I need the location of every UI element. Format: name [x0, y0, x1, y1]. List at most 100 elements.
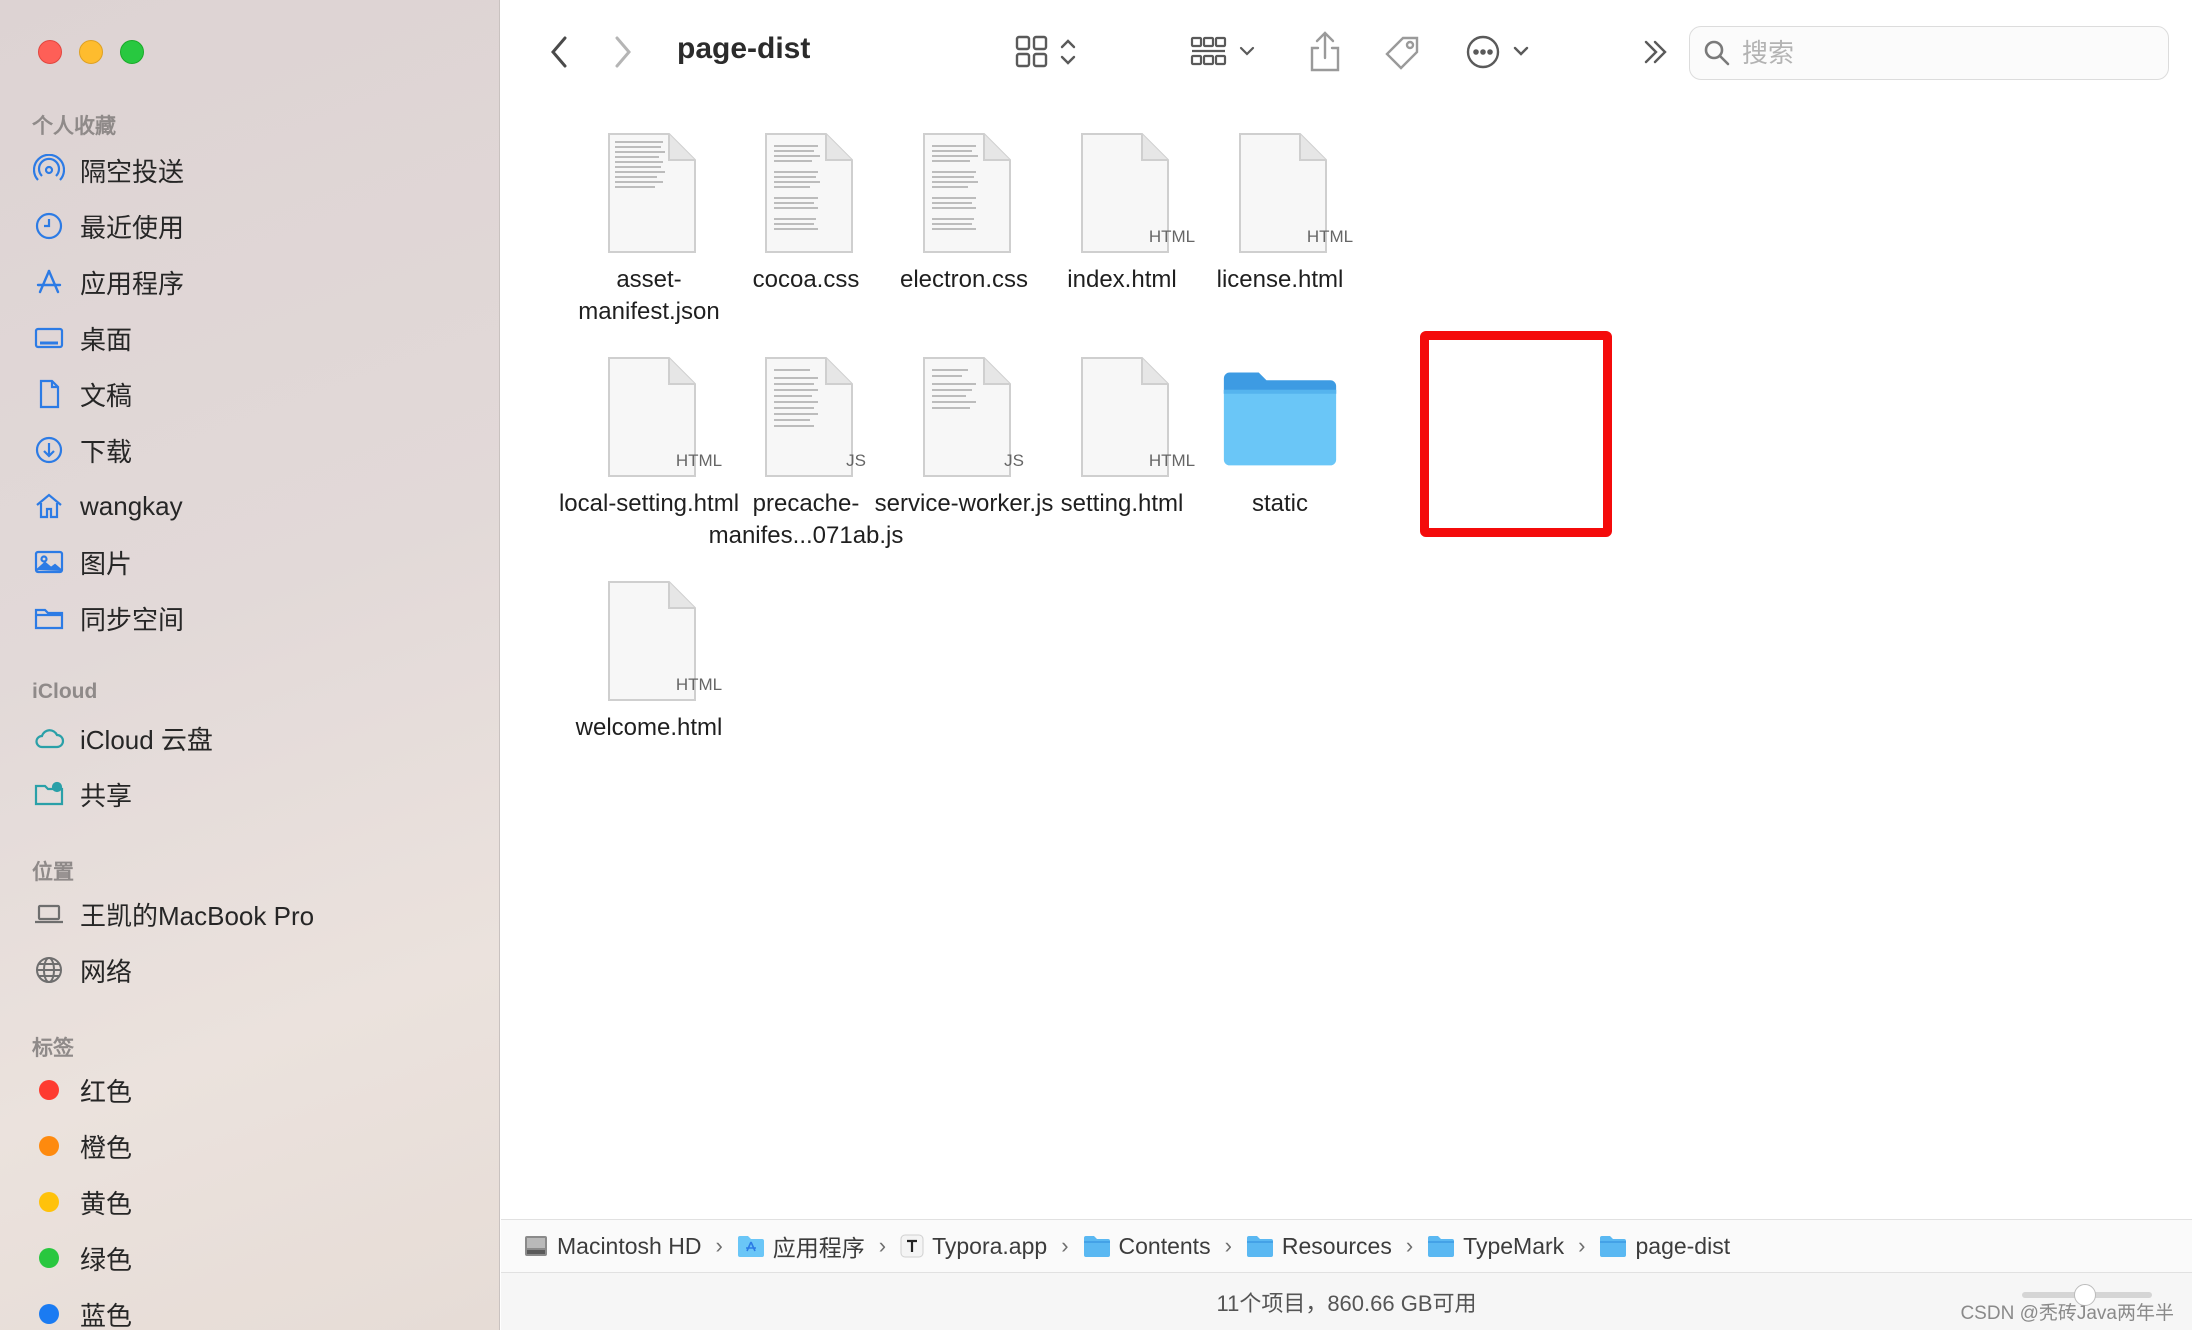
sidebar: 个人收藏 隔空投送 最近使用 应用程序 桌面 文稿 下载 wangkay 图片 … [0, 0, 500, 1330]
sidebar-item-airdrop[interactable]: 隔空投送 [32, 150, 184, 190]
sidebar-item-label: 隔空投送 [80, 156, 185, 187]
path-separator: › [1224, 1233, 1232, 1258]
sidebar-item-label: 红色 [80, 1076, 133, 1107]
sidebar-item-macbook[interactable]: 王凯的MacBook Pro [32, 894, 314, 934]
file-name: welcome.html [575, 714, 723, 741]
sidebar-item-documents[interactable]: 文稿 [32, 374, 132, 414]
chevron-left-icon [551, 36, 567, 68]
home-icon [32, 489, 66, 523]
path-item-label: Contents [1118, 1232, 1211, 1259]
finder-main: page-dist asset- manifest.json [501, 0, 2192, 1330]
file-badge: HTML [675, 451, 723, 470]
sidebar-item-label: 网络 [80, 956, 133, 987]
file-badge: JS [846, 451, 866, 470]
window-controls [38, 40, 144, 64]
maximize-window-button[interactable] [120, 40, 144, 64]
sidebar-item-tag-red[interactable]: 红色 [32, 1070, 132, 1110]
group-button[interactable] [1189, 28, 1265, 76]
file-badge: HTML [1306, 227, 1354, 246]
path-item-label: Resources [1281, 1232, 1392, 1259]
shared-folder-icon [32, 777, 66, 811]
back-button[interactable] [541, 28, 577, 76]
file-item[interactable]: license.html [1175, 133, 1385, 296]
file-badge: HTML [1148, 227, 1196, 246]
folder-icon [1083, 1236, 1110, 1257]
more-actions-button[interactable] [1463, 28, 1539, 76]
close-window-button[interactable] [38, 40, 62, 64]
path-item-label: page-dist [1635, 1232, 1731, 1259]
folder-icon [32, 601, 66, 635]
globe-icon [32, 953, 66, 987]
disk-icon [525, 1236, 547, 1256]
double-chevron-right-icon [1644, 40, 1667, 64]
search-field[interactable] [1689, 26, 2169, 80]
text-document-icon [746, 133, 866, 254]
sidebar-item-home[interactable]: wangkay [32, 486, 183, 526]
sidebar-item-label: 共享 [80, 780, 133, 811]
tag-color-dot [39, 1248, 59, 1268]
path-item-applications[interactable]: 应用程序 [737, 1229, 865, 1263]
sidebar-item-tag-yellow[interactable]: 黄色 [32, 1182, 132, 1222]
tag-color-dot [39, 1136, 59, 1156]
path-item-typora[interactable]: Typora.app [900, 1233, 1047, 1260]
tag-color-dot [39, 1080, 59, 1100]
sidebar-item-pictures[interactable]: 图片 [32, 542, 132, 582]
path-bar: Macintosh HD › 应用程序 › Typora.app › Conte… [501, 1219, 2192, 1273]
path-item-label: Macintosh HD [557, 1232, 702, 1259]
sidebar-item-downloads[interactable]: 下载 [32, 430, 132, 470]
view-mode-button[interactable] [1013, 28, 1087, 76]
sidebar-item-tag-green[interactable]: 绿色 [32, 1238, 132, 1278]
sidebar-item-desktop[interactable]: 桌面 [32, 318, 132, 358]
applications-folder-icon [737, 1236, 764, 1257]
clock-icon [32, 209, 66, 243]
sidebar-item-shared[interactable]: 共享 [32, 774, 132, 814]
text-document-icon [904, 133, 1024, 254]
path-item-page-dist[interactable]: page-dist [1599, 1233, 1730, 1260]
toolbar-overflow-button[interactable] [1641, 28, 1671, 76]
sidebar-item-applications[interactable]: 应用程序 [32, 262, 184, 302]
sidebar-item-label: 绿色 [80, 1244, 133, 1275]
window-title: page-dist [677, 32, 811, 65]
status-text: 11个项目，860.66 GB可用 [1216, 1290, 1477, 1316]
path-item-typemark[interactable]: TypeMark [1427, 1233, 1564, 1260]
sidebar-item-label: iCloud 云盘 [80, 724, 213, 755]
file-item[interactable]: welcome.html [544, 581, 754, 744]
laptop-icon [32, 897, 66, 931]
share-button[interactable] [1303, 28, 1347, 76]
path-item-label: TypeMark [1463, 1232, 1565, 1259]
folder-icon [1220, 358, 1340, 478]
file-badge: HTML [1148, 451, 1196, 470]
path-separator: › [878, 1233, 887, 1258]
toolbar: page-dist [501, 0, 2192, 104]
tags-heading: 标签 [32, 1037, 74, 1060]
path-item-macintosh-hd[interactable]: Macintosh HD [523, 1233, 701, 1260]
icloud-heading: iCloud [32, 680, 98, 703]
search-icon [1704, 40, 1730, 66]
sidebar-item-network[interactable]: 网络 [32, 950, 132, 990]
sidebar-item-tag-blue[interactable]: 蓝色 [32, 1294, 132, 1330]
status-bar: 11个项目，860.66 GB可用 [501, 1273, 2192, 1330]
tag-icon [1385, 36, 1419, 70]
typora-app-icon [900, 1234, 924, 1258]
forward-button[interactable] [605, 28, 641, 76]
sidebar-item-sync-space[interactable]: 同步空间 [32, 598, 184, 638]
search-input[interactable] [1742, 37, 2142, 69]
watermark: CSDN @秃砖Java两年半 [1960, 1303, 2174, 1324]
tag-button[interactable] [1381, 28, 1425, 76]
grid-view-icon [1015, 35, 1076, 68]
folder-item[interactable]: static [1175, 358, 1385, 520]
document-icon [32, 377, 66, 411]
sidebar-item-label: 橙色 [80, 1132, 133, 1163]
path-separator: › [715, 1233, 723, 1258]
sidebar-item-label: 蓝色 [80, 1300, 133, 1330]
path-item-resources[interactable]: Resources [1246, 1233, 1392, 1260]
minimize-window-button[interactable] [79, 40, 103, 64]
sidebar-item-icloud-drive[interactable]: iCloud 云盘 [32, 718, 213, 758]
path-item-label: Typora.app [932, 1232, 1048, 1259]
sidebar-item-recents[interactable]: 最近使用 [32, 206, 184, 246]
sidebar-item-tag-orange[interactable]: 橙色 [32, 1126, 132, 1166]
sidebar-item-label: 文稿 [80, 380, 133, 411]
path-item-contents[interactable]: Contents [1083, 1233, 1211, 1260]
sidebar-item-label: 同步空间 [80, 604, 185, 635]
path-separator: › [1405, 1233, 1414, 1258]
